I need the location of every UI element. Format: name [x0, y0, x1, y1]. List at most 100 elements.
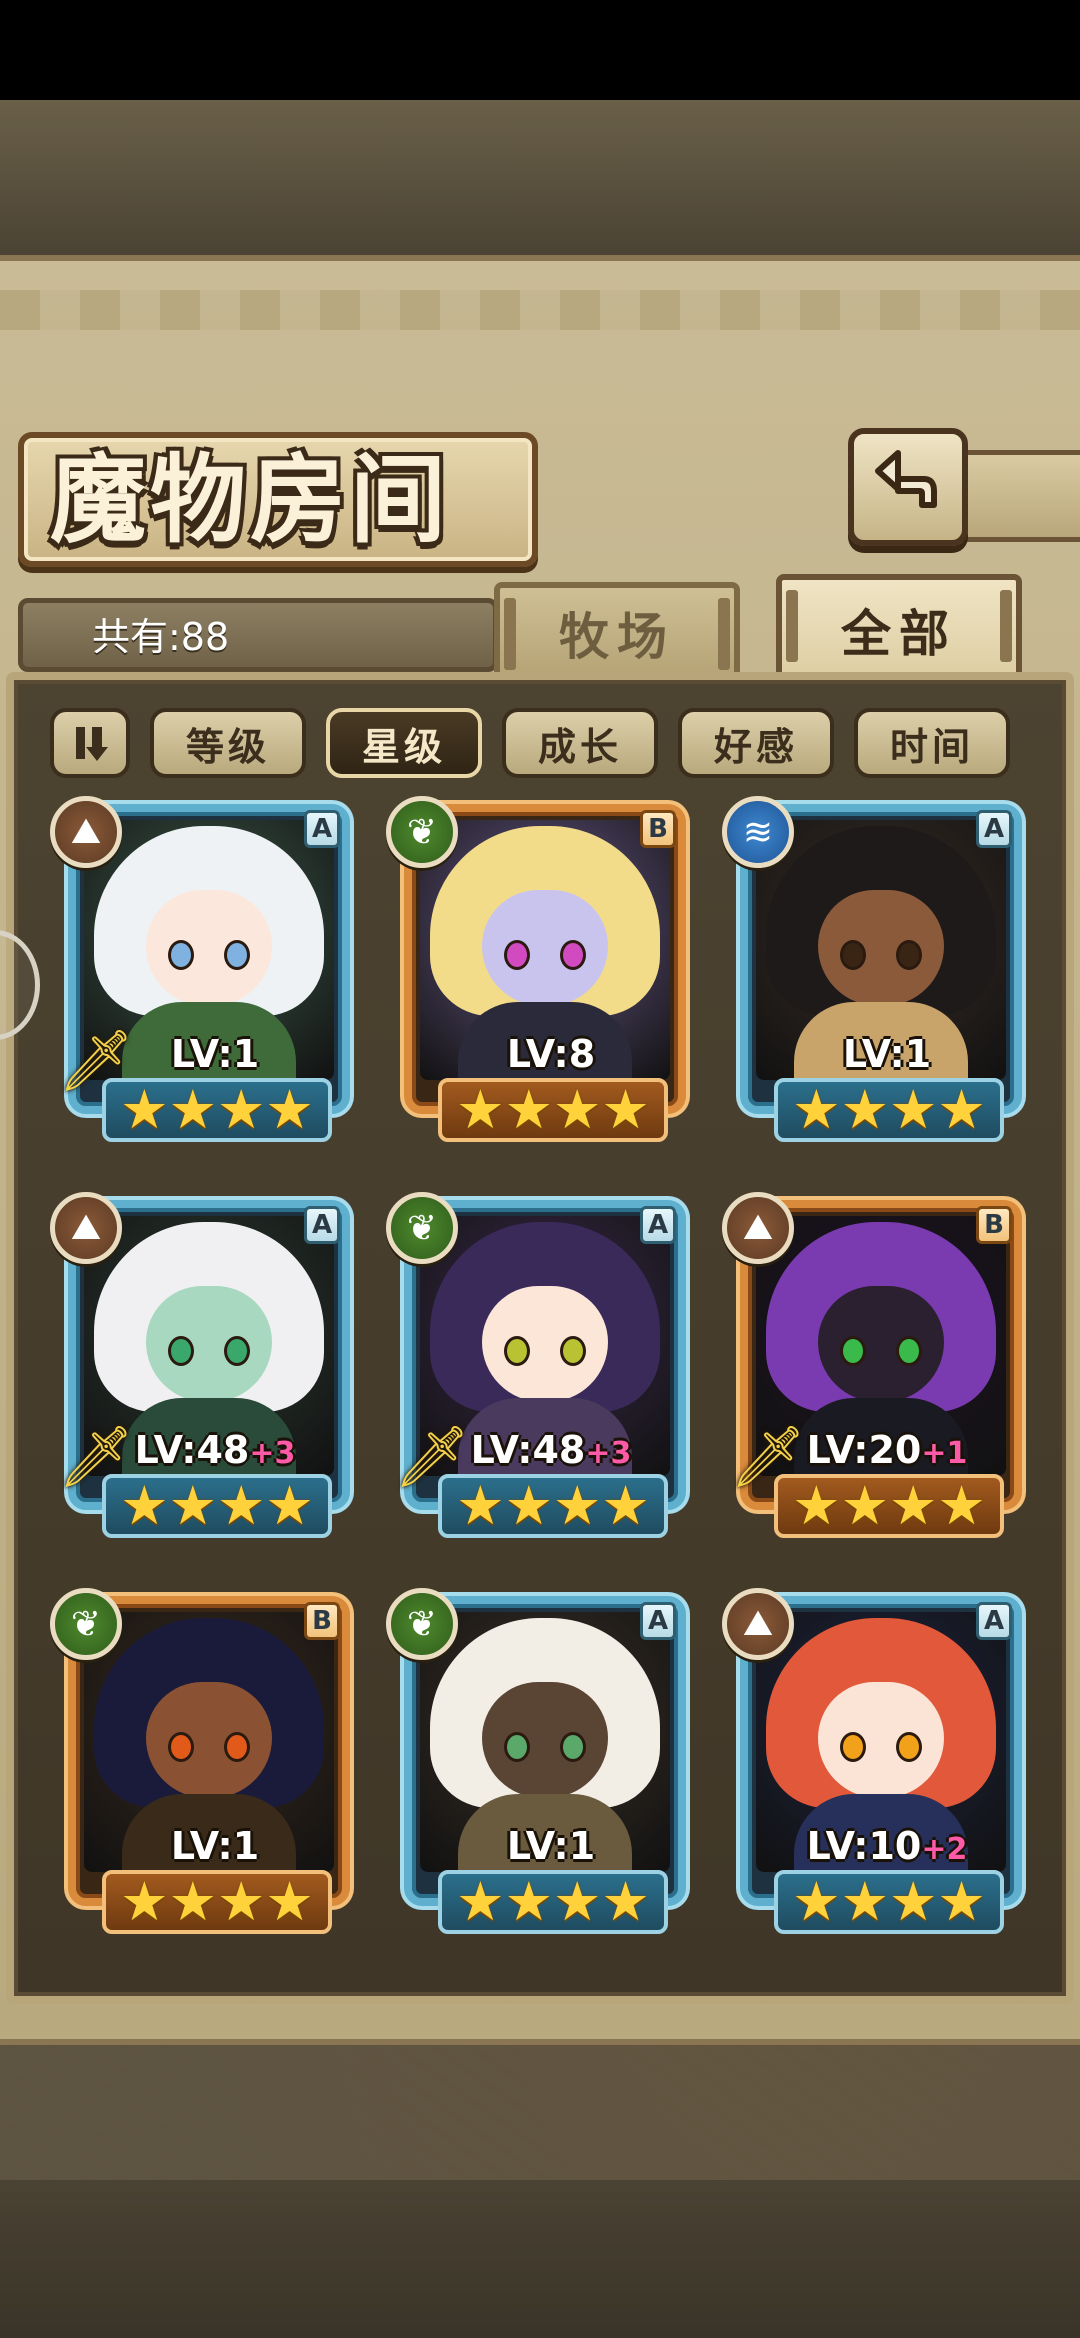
star-icon: ★	[937, 1078, 986, 1141]
star-icon: ★	[889, 1474, 938, 1537]
portrait-eye	[840, 940, 866, 970]
back-button[interactable]	[848, 428, 968, 546]
star-icon: ★	[840, 1078, 889, 1141]
tab-ranch-label: 牧场	[559, 607, 675, 666]
rank-badge: A	[640, 1602, 676, 1640]
star-icon: ★	[456, 1870, 505, 1933]
portrait-eye	[560, 1336, 586, 1366]
monster-count: 共有:88	[92, 615, 230, 659]
status-bar	[0, 0, 1080, 100]
star-icon: ★	[168, 1078, 217, 1141]
monster-card[interactable]: B ❦ LV:8 ★ ★ ★ ★	[386, 796, 686, 1156]
grass-element-icon: ❦	[386, 1192, 458, 1264]
star-icon: ★	[504, 1474, 553, 1537]
tab-all-label: 全部	[841, 604, 957, 663]
sort-by-affection-button[interactable]: 好感	[678, 708, 834, 778]
star-rating: ★ ★ ★ ★	[774, 1078, 1004, 1142]
level-bonus: +3	[585, 1436, 632, 1471]
portrait-eye	[504, 1732, 530, 1762]
level-text: LV:1	[170, 1824, 260, 1868]
star-rating: ★ ★ ★ ★	[102, 1474, 332, 1538]
level-text: LV:48	[134, 1428, 250, 1472]
grass-element-icon: ❦	[386, 796, 458, 868]
level-text: LV:1	[170, 1032, 260, 1076]
star-icon: ★	[504, 1078, 553, 1141]
sort-order-button[interactable]	[50, 708, 130, 778]
sort-by-time-button[interactable]: 时间	[854, 708, 1010, 778]
star-icon: ★	[217, 1870, 266, 1933]
sort-by-level-button[interactable]: 等级	[150, 708, 306, 778]
portrait-eye	[168, 940, 194, 970]
level-text: LV:10	[806, 1824, 922, 1868]
portrait-eye	[168, 1732, 194, 1762]
portrait-eye	[224, 1732, 250, 1762]
tab-post	[1000, 590, 1012, 662]
monster-card[interactable]: B ❦ LV:1 ★ ★ ★ ★	[50, 1588, 350, 1948]
monster-card[interactable]: B ⛰ 🗡 LV:20+1 ★ ★ ★ ★	[722, 1192, 1022, 1552]
rank-badge: A	[304, 1206, 340, 1244]
earth-element-icon: ⛰	[722, 1192, 794, 1264]
portrait-eye	[560, 940, 586, 970]
level-bonus: +3	[249, 1436, 296, 1471]
rank-badge: A	[640, 1206, 676, 1244]
star-icon: ★	[456, 1078, 505, 1141]
back-button-rail	[962, 450, 1080, 542]
monster-card[interactable]: A ≋ LV:1 ★ ★ ★ ★	[722, 796, 1022, 1156]
star-icon: ★	[792, 1474, 841, 1537]
level-text: LV:20	[806, 1428, 922, 1472]
star-rating: ★ ★ ★ ★	[438, 1474, 668, 1538]
star-icon: ★	[553, 1474, 602, 1537]
monster-card[interactable]: A ⛰ 🗡 LV:48+3 ★ ★ ★ ★	[50, 1192, 350, 1552]
portrait-eye	[840, 1732, 866, 1762]
star-rating: ★ ★ ★ ★	[774, 1870, 1004, 1934]
portrait-face	[818, 890, 944, 1006]
monster-card[interactable]: A ⛰ LV:10+2 ★ ★ ★ ★	[722, 1588, 1022, 1948]
map-bottom-band	[0, 2180, 1080, 2338]
portrait-eye	[840, 1336, 866, 1366]
level-bonus: +2	[921, 1832, 968, 1867]
star-icon: ★	[168, 1870, 217, 1933]
monster-card[interactable]: A ⛰ 🗡 LV:1 ★ ★ ★ ★	[50, 796, 350, 1156]
sort-by-growth-button[interactable]: 成长	[502, 708, 658, 778]
level-text: LV:1	[842, 1032, 932, 1076]
star-icon: ★	[792, 1078, 841, 1141]
star-icon: ★	[265, 1078, 314, 1141]
star-icon: ★	[889, 1078, 938, 1141]
back-arrow-icon	[875, 450, 937, 508]
earth-element-icon: ⛰	[50, 796, 122, 868]
monster-level: LV:10+2	[752, 1824, 1022, 1868]
portrait-eye	[896, 1336, 922, 1366]
star-icon: ★	[120, 1474, 169, 1537]
star-icon: ★	[553, 1870, 602, 1933]
portrait-face	[482, 1682, 608, 1798]
star-icon: ★	[120, 1078, 169, 1141]
portrait-eye	[896, 1732, 922, 1762]
portrait-eye	[224, 940, 250, 970]
portrait-eye	[504, 940, 530, 970]
sort-by-stars-button[interactable]: 星级	[326, 708, 482, 778]
monster-level: LV:1	[416, 1824, 686, 1868]
level-text: LV:8	[506, 1032, 596, 1076]
monster-level: LV:48+3	[80, 1428, 350, 1472]
star-rating: ★ ★ ★ ★	[102, 1078, 332, 1142]
star-icon: ★	[504, 1870, 553, 1933]
monster-card[interactable]: A ❦ LV:1 ★ ★ ★ ★	[386, 1588, 686, 1948]
level-text: LV:48	[470, 1428, 586, 1472]
star-icon: ★	[601, 1474, 650, 1537]
portrait-face	[482, 890, 608, 1006]
portrait-face	[146, 1682, 272, 1798]
grass-element-icon: ❦	[50, 1588, 122, 1660]
sort-order-icon	[76, 727, 108, 761]
tab-post	[718, 598, 730, 670]
rank-badge: A	[976, 1602, 1012, 1640]
star-icon: ★	[937, 1474, 986, 1537]
portrait-eye	[224, 1336, 250, 1366]
tab-ranch[interactable]: 牧场	[494, 582, 740, 678]
earth-element-icon: ⛰	[722, 1588, 794, 1660]
rank-badge: A	[976, 810, 1012, 848]
page-title: 魔物房间	[50, 443, 450, 556]
monster-card[interactable]: A ❦ 🗡 LV:48+3 ★ ★ ★ ★	[386, 1192, 686, 1552]
tab-all[interactable]: 全部	[776, 574, 1022, 680]
monster-level: LV:8	[416, 1032, 686, 1076]
star-icon: ★	[553, 1078, 602, 1141]
